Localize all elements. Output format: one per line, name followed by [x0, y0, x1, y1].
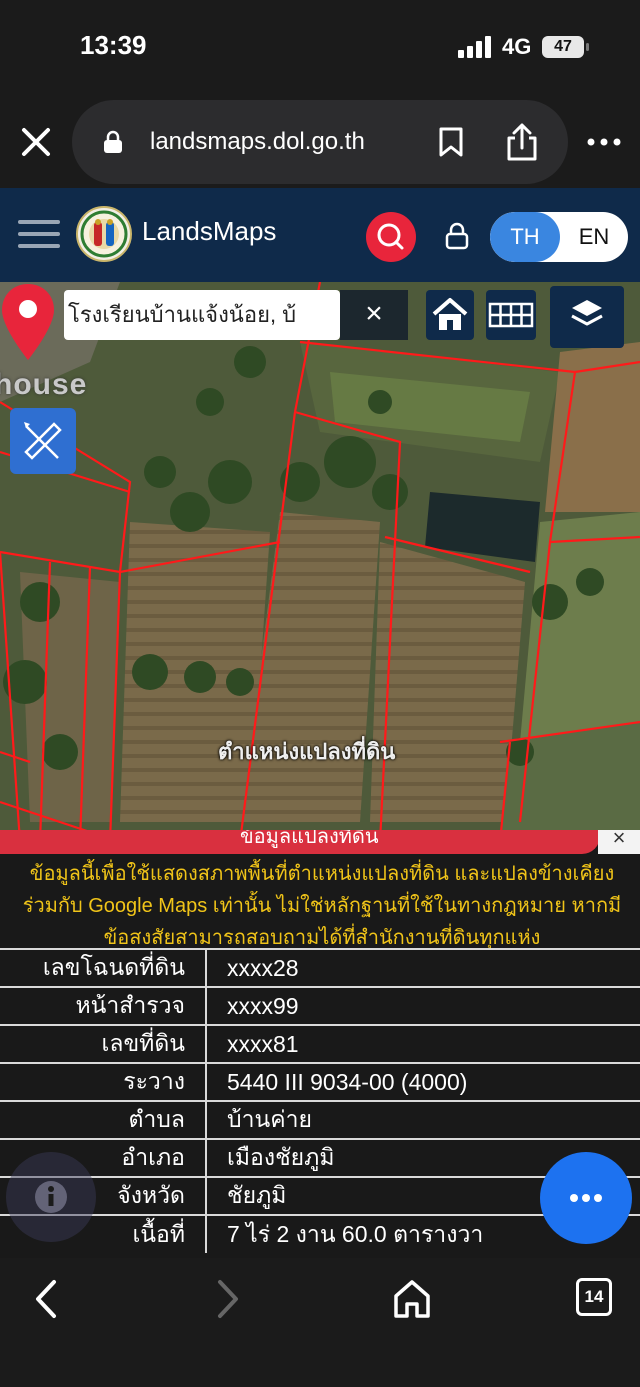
more-icon[interactable]	[586, 136, 622, 148]
lang-en-button[interactable]: EN	[560, 212, 628, 262]
info-button[interactable]	[6, 1152, 96, 1242]
row-value: 5440 III 9034-00 (4000)	[206, 1062, 640, 1101]
tabs-button[interactable]: 14	[576, 1278, 612, 1316]
table-row: หน้าสำรวจ xxxx99	[0, 986, 640, 1025]
close-icon[interactable]	[18, 124, 54, 160]
layers-icon	[571, 300, 603, 326]
bookmark-icon[interactable]	[438, 126, 464, 158]
forward-icon[interactable]	[212, 1278, 244, 1320]
lang-th-button[interactable]: TH	[490, 212, 560, 262]
row-label: ตำบล	[0, 1100, 207, 1139]
address-bar[interactable]: landsmaps.dol.go.th	[72, 100, 568, 184]
browser-toolbar: landsmaps.dol.go.th	[0, 100, 640, 188]
map-search-input[interactable]: โรงเรียนบ้านแจ้งน้อย, บ้	[64, 290, 340, 340]
panel-title: ข้อมูลแปลงที่ดิน	[240, 830, 379, 848]
layers-button[interactable]	[550, 286, 624, 348]
row-value: xxxx81	[206, 1024, 640, 1063]
grid-icon	[488, 302, 534, 328]
location-pin-icon[interactable]	[0, 282, 56, 362]
row-label: ระวาง	[0, 1062, 207, 1101]
info-icon	[35, 1181, 67, 1213]
status-time: 13:39	[80, 30, 147, 60]
screen: 13:39 4G 47 landsmaps.dol.go.th LandsMap…	[0, 0, 640, 1387]
lock-icon	[104, 130, 122, 153]
department-logo	[76, 206, 132, 262]
ruler-pencil-icon	[24, 422, 62, 460]
home-nav-icon[interactable]	[392, 1278, 432, 1320]
url-text: landsmaps.dol.go.th	[150, 128, 365, 155]
home-view-button[interactable]	[426, 290, 474, 340]
panel-close-button[interactable]: ×	[598, 830, 640, 854]
battery-tip	[586, 43, 589, 51]
row-value: บ้านค่าย	[206, 1100, 640, 1139]
row-label: เลขโฉนดที่ดิน	[0, 948, 207, 987]
grid-toggle-button[interactable]	[486, 290, 536, 340]
hamburger-menu-icon[interactable]	[18, 218, 60, 250]
language-toggle[interactable]: TH EN	[490, 212, 628, 262]
map-view[interactable]: house โรงเรียนบ้านแจ้งน้อย, บ้ × ตำแหน่ง…	[0, 282, 640, 842]
browser-bottom-bar: 14	[0, 1258, 640, 1387]
panel-header: ข้อมูลแปลงที่ดิน	[0, 830, 600, 854]
status-bar: 13:39 4G 47	[0, 0, 640, 100]
table-row: เลขที่ดิน xxxx81	[0, 1024, 640, 1063]
row-label: หน้าสำรวจ	[0, 986, 207, 1025]
table-row: ระวาง 5440 III 9034-00 (4000)	[0, 1062, 640, 1101]
seal-emblem-icon	[80, 210, 128, 258]
pin-label: ตำแหน่งแปลงที่ดิน	[218, 739, 396, 764]
chat-more-icon	[570, 1194, 602, 1202]
row-value: xxxx99	[206, 986, 640, 1025]
disclaimer-text: ข้อมูลนี้เพื่อใช้แสดงสภาพพื้นที่ตำแหน่งแ…	[22, 863, 622, 949]
row-label: เลขที่ดิน	[0, 1024, 207, 1063]
row-value: xxxx28	[206, 948, 640, 987]
chat-more-button[interactable]	[540, 1152, 632, 1244]
table-row: เลขโฉนดที่ดิน xxxx28	[0, 948, 640, 987]
clear-search-button[interactable]: ×	[340, 290, 408, 340]
search-button[interactable]	[366, 212, 416, 262]
brand-name: LandsMaps	[142, 216, 277, 246]
login-lock-icon[interactable]	[444, 222, 470, 250]
parcel-info-panel: ข้อมูลแปลงที่ดิน × ข้อมูลนี้เพื่อใช้แสดง…	[0, 830, 640, 1260]
network-type: 4G	[502, 34, 532, 59]
app-header: LandsMaps TH EN	[0, 188, 640, 282]
signal-icon	[458, 36, 491, 58]
battery-icon: 47	[542, 36, 584, 58]
measure-tool-button[interactable]	[10, 408, 76, 474]
place-label: house	[0, 368, 88, 401]
back-icon[interactable]	[30, 1278, 62, 1320]
search-icon	[377, 223, 404, 250]
share-icon[interactable]	[504, 122, 540, 162]
home-icon	[432, 298, 468, 330]
table-row: ตำบล บ้านค่าย	[0, 1100, 640, 1139]
